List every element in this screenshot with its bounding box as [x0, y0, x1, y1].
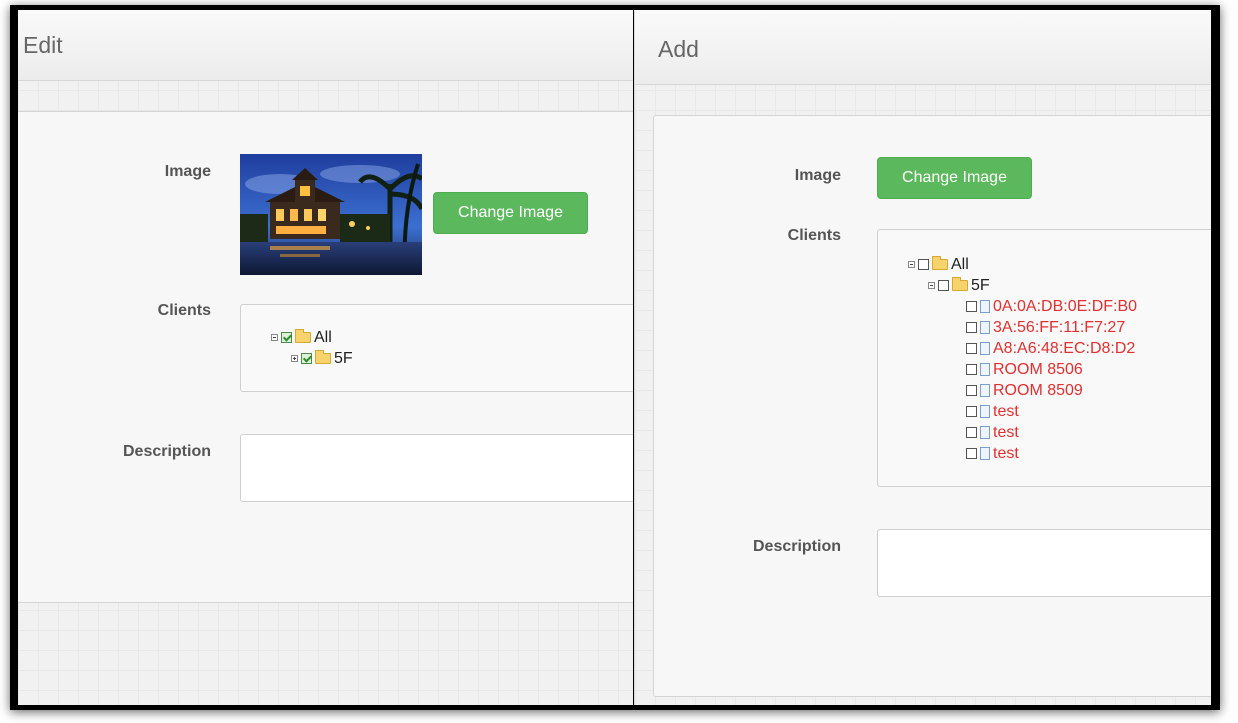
add-clients-tree-box: All 5F 0A:0A:DB:0E:DF:B0 3A:56:FF:11:F7:…	[877, 229, 1211, 487]
client-checkbox[interactable]	[966, 364, 977, 375]
tree-node-client: test	[908, 401, 1137, 422]
client-label[interactable]: A8:A6:48:EC:D8:D2	[993, 338, 1135, 359]
edit-change-image-button[interactable]: Change Image	[433, 192, 588, 234]
tree-node-client: test	[908, 422, 1137, 443]
client-checkbox[interactable]	[966, 322, 977, 333]
edit-clients-tree: All 5F	[271, 327, 353, 369]
folder-icon	[932, 256, 948, 270]
edit-panel-title: Edit	[23, 32, 63, 58]
edit-description-input[interactable]	[240, 434, 633, 502]
edit-image-label: Image	[164, 163, 211, 180]
client-label[interactable]: test	[993, 422, 1019, 443]
tree-node-5f: 5F	[271, 348, 353, 369]
edit-clients-tree-box: All 5F	[240, 304, 633, 392]
edit-panel: Edit Image Change Image Clients All 5F D…	[18, 10, 633, 705]
file-icon	[980, 447, 990, 460]
file-icon	[980, 405, 990, 418]
add-clients-tree: All 5F 0A:0A:DB:0E:DF:B0 3A:56:FF:11:F7:…	[908, 254, 1137, 464]
checkbox-all[interactable]	[281, 332, 292, 343]
edit-clients-label: Clients	[157, 302, 211, 319]
folder-icon	[952, 277, 968, 291]
client-checkbox[interactable]	[966, 427, 977, 438]
client-label[interactable]: ROOM 8509	[993, 380, 1083, 401]
tree-label-5f[interactable]: 5F	[334, 348, 353, 369]
client-label[interactable]: ROOM 8506	[993, 359, 1083, 380]
client-checkbox[interactable]	[966, 385, 977, 396]
file-icon	[980, 342, 990, 355]
checkbox-all[interactable]	[918, 259, 929, 270]
add-clients-label: Clients	[787, 227, 841, 244]
file-icon	[980, 426, 990, 439]
tree-node-client: test	[908, 443, 1137, 464]
tree-node-client: 3A:56:FF:11:F7:27	[908, 317, 1137, 338]
tree-node-5f: 5F	[908, 275, 1137, 296]
tree-node-all: All	[908, 254, 1137, 275]
expand-icon[interactable]	[291, 355, 298, 362]
tree-node-client: A8:A6:48:EC:D8:D2	[908, 338, 1137, 359]
tree-node-client: ROOM 8509	[908, 380, 1137, 401]
tree-node-client: 0A:0A:DB:0E:DF:B0	[908, 296, 1137, 317]
folder-icon	[315, 350, 331, 364]
client-label[interactable]: test	[993, 443, 1019, 464]
client-checkbox[interactable]	[966, 406, 977, 417]
file-icon	[980, 363, 990, 376]
tree-label-all[interactable]: All	[314, 327, 332, 348]
client-label[interactable]: 0A:0A:DB:0E:DF:B0	[993, 296, 1137, 317]
add-description-label: Description	[752, 538, 841, 555]
file-icon	[980, 321, 990, 334]
tree-node-client: ROOM 8506	[908, 359, 1137, 380]
checkbox-5f[interactable]	[938, 280, 949, 291]
tree-node-all: All	[271, 327, 353, 348]
checkbox-5f[interactable]	[301, 353, 312, 364]
client-checkbox[interactable]	[966, 301, 977, 312]
collapse-icon[interactable]	[928, 282, 935, 289]
add-description-input[interactable]	[877, 529, 1211, 597]
add-panel-header: Add	[635, 10, 1211, 85]
add-panel-title: Add	[658, 36, 699, 62]
add-panel: Add Image Change Image Clients All 5F 0A…	[634, 10, 1211, 705]
client-checkbox[interactable]	[966, 343, 977, 354]
client-checkbox[interactable]	[966, 448, 977, 459]
edit-description-label: Description	[122, 443, 211, 460]
add-change-image-button[interactable]: Change Image	[877, 157, 1032, 199]
collapse-icon[interactable]	[908, 261, 915, 268]
client-label[interactable]: test	[993, 401, 1019, 422]
add-image-label: Image	[794, 167, 841, 184]
client-label[interactable]: 3A:56:FF:11:F7:27	[993, 317, 1125, 338]
file-icon	[980, 384, 990, 397]
folder-icon	[295, 329, 311, 343]
screenshot-frame: Edit Image Change Image Clients All 5F D…	[10, 5, 1220, 710]
edit-panel-header: Edit	[18, 10, 633, 81]
file-icon	[980, 300, 990, 313]
collapse-icon[interactable]	[271, 334, 278, 341]
resort-photo	[240, 154, 422, 275]
edit-image-preview	[240, 154, 422, 275]
tree-label-5f[interactable]: 5F	[971, 275, 990, 296]
tree-label-all[interactable]: All	[951, 254, 969, 275]
